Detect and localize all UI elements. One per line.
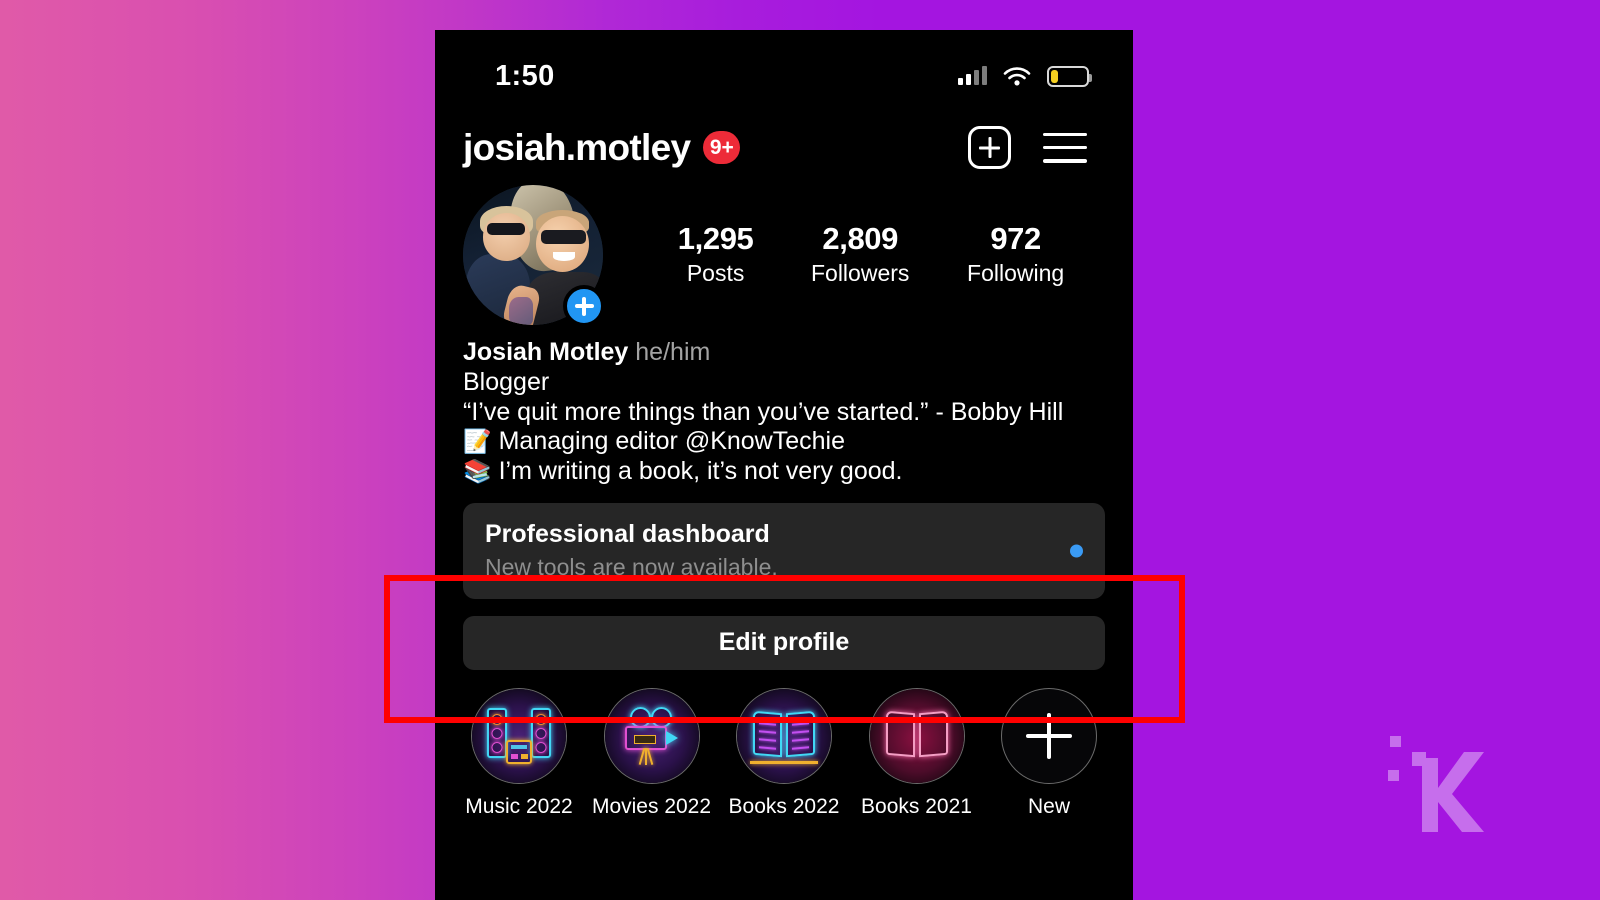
battery-low-icon xyxy=(1047,65,1092,87)
profile-header: josiah.motley 9+ xyxy=(435,108,1133,179)
profile-bio: Josiah Motley he/him Blogger “I’ve quit … xyxy=(435,325,1133,487)
highlight-books-2022[interactable]: Books 2022 xyxy=(728,687,840,819)
stat-label: Posts xyxy=(686,259,745,286)
highlight-label: Books 2021 xyxy=(861,794,972,818)
dashboard-subtitle: New tools are now available. xyxy=(485,553,778,580)
bio-line-book-text: I’m writing a book, it’s not very good. xyxy=(498,457,903,485)
highlight-new[interactable]: New xyxy=(995,687,1103,819)
highlight-label: Books 2022 xyxy=(728,794,840,818)
pronouns: he/him xyxy=(635,338,711,366)
avatar[interactable] xyxy=(463,185,605,327)
cellular-signal-icon xyxy=(958,66,987,85)
pink-open-book-icon[interactable] xyxy=(868,687,965,784)
status-bar: 1:50 xyxy=(435,30,1133,108)
bio-line-quote: “I’ve quit more things than you’ve start… xyxy=(463,397,1064,426)
highlight-label: Music 2022 xyxy=(465,794,573,818)
bio-line-editor: 📝 Managing editor @KnowTechie xyxy=(463,427,1105,457)
stat-value: 2,809 xyxy=(822,221,898,257)
bio-name-row: Josiah Motley he/him xyxy=(463,338,1105,368)
highlight-label: Movies 2022 xyxy=(591,794,712,818)
wifi-icon xyxy=(1003,67,1031,86)
stat-label: Following xyxy=(967,259,1065,286)
stat-posts[interactable]: 1,295 Posts xyxy=(678,221,754,289)
stat-value: 972 xyxy=(990,221,1041,257)
phone-screenshot: 1:50 josiah.motley 9+ 1,295 Posts 2,809 … xyxy=(435,30,1133,900)
professional-dashboard-card[interactable]: Professional dashboard New tools are now… xyxy=(463,502,1105,599)
plus-icon[interactable] xyxy=(1001,687,1097,784)
neon-movie-camera-icon[interactable] xyxy=(603,687,700,784)
stat-label: Followers xyxy=(810,259,910,286)
edit-profile-button[interactable]: Edit profile xyxy=(463,615,1105,670)
notification-badge[interactable]: 9+ xyxy=(703,131,741,164)
profile-stats: 1,295 Posts 2,809 Followers 972 Followin… xyxy=(603,221,1103,289)
highlight-movies-2022[interactable]: Movies 2022 xyxy=(592,687,711,819)
neon-open-book-icon[interactable] xyxy=(736,687,832,784)
highlight-music-2022[interactable]: Music 2022 xyxy=(465,687,573,819)
bio-line-book: 📚 I’m writing a book, it’s not very good… xyxy=(463,457,1105,487)
display-name: Josiah Motley xyxy=(463,338,629,366)
dashboard-notification-dot xyxy=(1070,544,1083,558)
new-post-icon[interactable] xyxy=(968,126,1011,169)
bio-category: Blogger xyxy=(463,367,550,396)
dashboard-title: Professional dashboard xyxy=(485,519,770,548)
stat-following[interactable]: 972 Following xyxy=(967,221,1064,289)
stat-value: 1,295 xyxy=(677,221,754,257)
username-title[interactable]: josiah.motley xyxy=(463,127,691,169)
books-emoji-icon: 📚 xyxy=(463,458,492,484)
status-clock: 1:50 xyxy=(495,59,555,92)
highlight-label: New xyxy=(1027,794,1070,818)
memo-emoji-icon: 📝 xyxy=(463,428,492,455)
highlight-books-2021[interactable]: Books 2021 xyxy=(861,687,972,819)
add-story-button[interactable] xyxy=(563,285,605,327)
profile-summary-row: 1,295 Posts 2,809 Followers 972 Followin… xyxy=(435,179,1133,327)
story-highlights-row: Music 2022 Movies 2022 Books 2022 Books … xyxy=(435,670,1133,819)
bio-line-editor-text: Managing editor @KnowTechie xyxy=(498,427,846,456)
hamburger-menu-icon[interactable] xyxy=(1043,132,1087,163)
stat-followers[interactable]: 2,809 Followers xyxy=(811,221,909,289)
neon-stereo-speakers-icon[interactable] xyxy=(471,687,567,784)
